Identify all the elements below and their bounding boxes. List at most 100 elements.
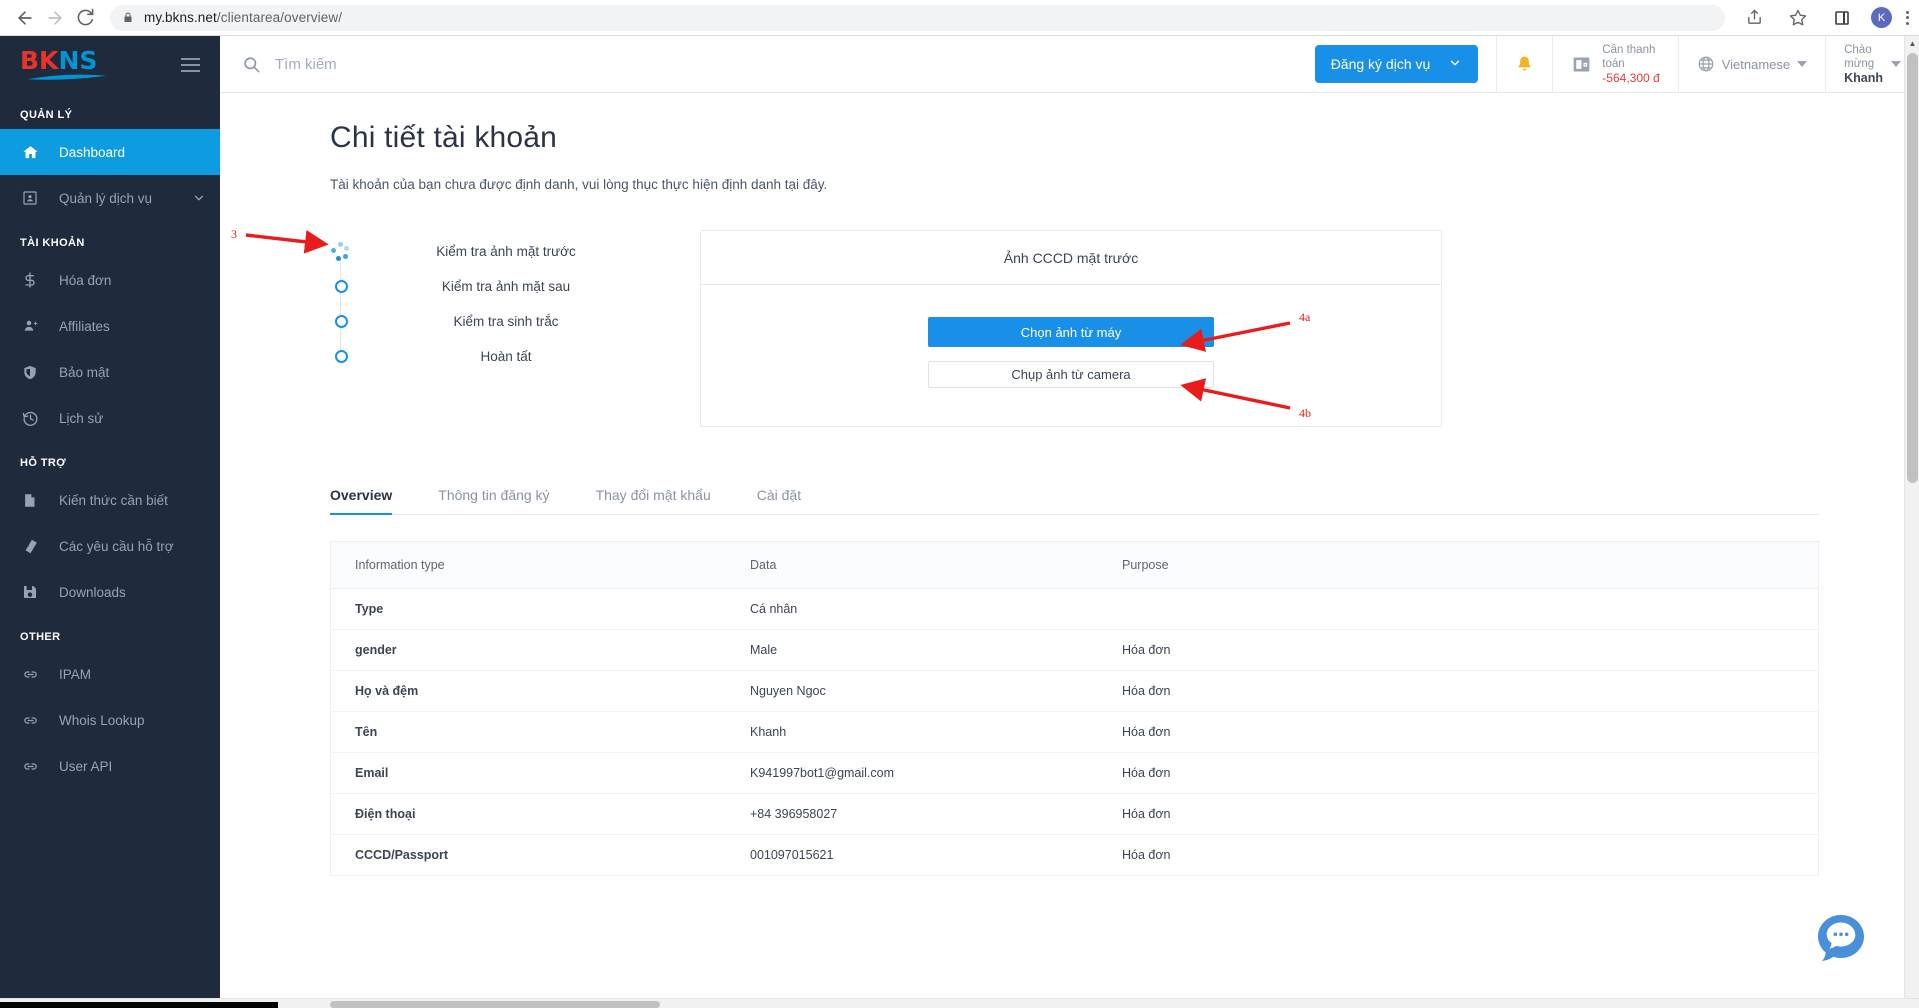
table-cell-data: Khanh: [726, 711, 1098, 753]
sidebar-item-security[interactable]: Bảo mật: [0, 349, 220, 395]
kyc-step-spinner: [330, 241, 352, 262]
reload-icon[interactable]: [70, 3, 100, 33]
table-cell-data: K941997bot1@gmail.com: [726, 752, 1098, 794]
table-cell-purpose: [1098, 588, 1818, 630]
table-cell-purpose: Hóa đơn: [1098, 834, 1818, 876]
sidebar-item-history[interactable]: Lịch sử: [0, 395, 220, 441]
kyc-step-marker: [330, 315, 352, 328]
chevron-down-icon: [1448, 56, 1462, 73]
kebab-menu-icon[interactable]: [1906, 10, 1909, 25]
language-value: Vietnamese: [1721, 56, 1791, 72]
sidebar-item-label: User API: [59, 758, 113, 774]
kyc-step-marker: [330, 280, 352, 293]
language-selector[interactable]: Vietnamese: [1677, 36, 1825, 92]
sidebar-item-label: Dashboard: [59, 144, 126, 160]
url-domain: my.bkns.net: [144, 10, 217, 25]
table-header-information-type: Information type: [331, 542, 726, 589]
sidebar-item-whois-lookup[interactable]: Whois Lookup: [0, 697, 220, 743]
address-bar[interactable]: my.bkns.net/clientarea/overview/: [110, 4, 1725, 31]
sidebar-item-knowledge-base[interactable]: Kiến thức cần biết: [0, 477, 220, 523]
sidebar-item-label: Quản lý dịch vụ: [59, 190, 153, 206]
table-cell-type: Tên: [331, 711, 726, 753]
sidebar-section-title: QUẢN LÝ: [20, 109, 73, 121]
side-panel-icon[interactable]: [1827, 3, 1857, 33]
sidebar-item-service-management[interactable]: Quản lý dịch vụ: [0, 175, 220, 221]
table-row: Điện thoại +84 396958027 Hóa đơn: [331, 793, 1818, 835]
browser-profile-avatar[interactable]: K: [1871, 7, 1892, 28]
table-row: Type Cá nhân: [331, 588, 1818, 630]
back-arrow-icon[interactable]: [10, 3, 40, 33]
share-icon[interactable]: [1739, 3, 1769, 33]
kyc-step-label: Kiểm tra sinh trắc: [453, 314, 559, 329]
dollar-icon: [22, 271, 48, 289]
page-subtitle: Tài khoản của bạn chưa được định danh, v…: [330, 177, 828, 192]
table-cell-data: +84 396958027: [726, 793, 1098, 835]
sidebar-item-ipam[interactable]: IPAM: [0, 651, 220, 697]
sidebar-item-label: Kiến thức cần biết: [59, 492, 168, 508]
sidebar-item-label: Lịch sử: [59, 410, 104, 426]
payment-due-label-1: Cần thanh: [1602, 44, 1656, 56]
chevron-down-icon: [192, 191, 206, 205]
choose-photo-from-device-button[interactable]: Chọn ảnh từ máy: [928, 317, 1214, 347]
star-icon[interactable]: [1783, 3, 1813, 33]
register-service-button[interactable]: Đăng ký dịch vụ: [1314, 45, 1479, 83]
chat-bubble-icon[interactable]: [1815, 912, 1867, 964]
globe-icon: [1697, 55, 1715, 73]
content-scroll-area: Chi tiết tài khoản Tài khoản của bạn chư…: [220, 93, 1919, 1008]
link-icon: [22, 667, 48, 682]
capture-photo-from-camera-button[interactable]: Chụp ảnh từ camera: [928, 361, 1214, 388]
table-header-row: Information type Data Purpose: [331, 542, 1818, 589]
document-icon: [22, 492, 48, 509]
user-name: Khanh: [1844, 71, 1883, 85]
sidebar-item-label: IPAM: [59, 666, 92, 682]
scrollbar-thumb[interactable]: [1907, 53, 1918, 483]
table-cell-purpose: Hóa đơn: [1098, 629, 1818, 671]
main-area: Đăng ký dịch vụ Cần thanh: [220, 36, 1919, 1008]
table-cell-purpose: Hóa đơn: [1098, 793, 1818, 835]
search-input[interactable]: [275, 55, 1297, 73]
tab-change-password[interactable]: Thay đổi mật khẩu: [596, 475, 711, 515]
logo-text-n: N: [58, 45, 80, 75]
payment-due-cell[interactable]: Cần thanh toán -564,300 đ: [1552, 36, 1677, 92]
table-row: Tên Khanh Hóa đơn: [331, 711, 1818, 753]
content-inner: Chi tiết tài khoản Tài khoản của bạn chư…: [220, 93, 1919, 876]
sidebar-item-affiliates[interactable]: Affiliates: [0, 303, 220, 349]
sidebar-item-label: Các yêu cầu hỗ trợ: [59, 538, 174, 554]
kyc-step-1: Kiểm tra ảnh mặt trước: [330, 234, 700, 269]
search-box[interactable]: [220, 36, 1297, 92]
tab-settings[interactable]: Cài đặt: [757, 475, 801, 515]
user-greet-line1: Chào: [1844, 44, 1872, 56]
horizontal-scrollbar-thumb[interactable]: [330, 1001, 660, 1008]
sidebar-section-title: TÀI KHOẢN: [20, 237, 85, 249]
app-window: BKNS QUẢN LÝ Dashboard Quản lý dịch vụ T…: [0, 36, 1919, 1008]
tab-registration-info[interactable]: Thông tin đăng ký: [438, 475, 549, 515]
table-cell-data: Cá nhân: [726, 588, 1098, 630]
table-cell-data: 001097015621: [726, 834, 1098, 876]
sidebar-item-invoices[interactable]: Hóa đơn: [0, 257, 220, 303]
scroll-up-arrow-icon[interactable]: ▲: [1905, 36, 1919, 51]
sidebar-item-user-api[interactable]: User API: [0, 743, 220, 789]
browser-toolbar: my.bkns.net/clientarea/overview/ K: [0, 0, 1919, 36]
table-cell-purpose: Hóa đơn: [1098, 670, 1818, 712]
link-icon: [22, 713, 48, 728]
table-cell-type: Type: [331, 588, 726, 630]
sidebar-item-support-requests[interactable]: Các yêu cầu hỗ trợ: [0, 523, 220, 569]
register-service-cell: Đăng ký dịch vụ: [1297, 36, 1497, 92]
table-cell-type: Điện thoại: [331, 793, 726, 835]
kyc-card-title: Ảnh CCCD mặt trước: [701, 231, 1441, 285]
sidebar-item-label: Downloads: [59, 584, 126, 600]
sidebar-brand: BKNS: [0, 36, 220, 93]
sidebar-item-dashboard[interactable]: Dashboard: [0, 129, 220, 175]
tab-overview[interactable]: Overview: [330, 475, 393, 515]
hamburger-icon[interactable]: [181, 57, 200, 72]
notifications-cell[interactable]: [1496, 36, 1552, 92]
save-disk-icon: [22, 584, 48, 600]
bkns-logo[interactable]: BKNS: [20, 45, 112, 82]
shield-icon: [22, 364, 48, 381]
caret-down-icon: [1797, 61, 1808, 67]
logo-swoosh-icon: [27, 74, 107, 80]
sidebar-item-downloads[interactable]: Downloads: [0, 569, 220, 615]
horizontal-scrollbar[interactable]: [0, 998, 1919, 1008]
bell-icon[interactable]: [1515, 54, 1534, 74]
vertical-scrollbar[interactable]: ▲ ▼: [1904, 36, 1919, 1008]
